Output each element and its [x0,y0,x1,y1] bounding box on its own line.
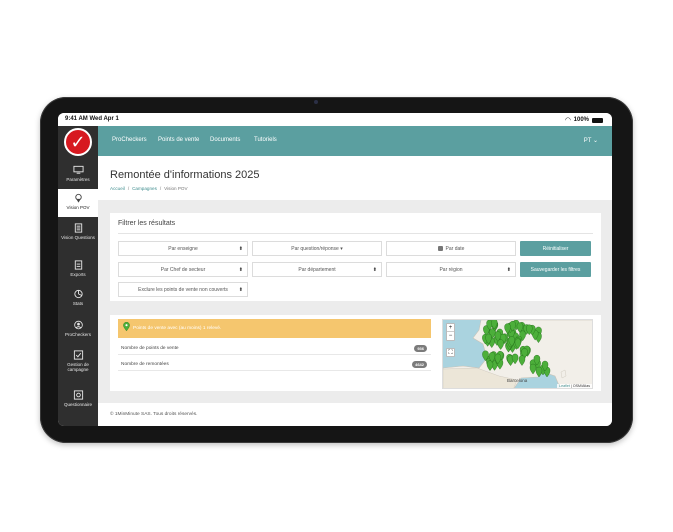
breadcrumb-current: Vision POV [164,186,188,191]
sort-arrows-icon: ⬍ [506,267,511,273]
list-item: Nombre de remontées 4642 [118,357,431,371]
page-header: Remontée d'informations 2025 Accueil / C… [98,156,612,200]
exclude-uncovered-select[interactable]: Exclure les points de vente non couverts… [118,282,248,297]
calendar-icon [437,246,443,251]
copyright-text: © 1MinMinute SAS. Tous droits réservés. [110,412,198,417]
document-icon [74,260,82,270]
question-dropdown-label: Par question/réponse [291,245,339,252]
sidebar-item-gestion-campagne[interactable]: Gestion de campagne [58,348,98,384]
points-map[interactable]: + − ⛶ Barcelona Leaflet | OSM/Atlas [442,319,593,389]
sort-arrows-icon: ⬍ [372,267,377,273]
reset-button[interactable]: Réinitialiser [520,241,591,256]
wifi-icon: ◠ [565,117,571,124]
leaflet-link[interactable]: Leaflet [559,384,570,388]
exclude-uncovered-label: Exclure les points de vente non couverts [138,286,228,293]
map-attribution: Leaflet | OSM/Atlas [557,384,592,388]
sort-arrows-icon: ⬍ [238,267,243,273]
battery-fill [593,118,602,122]
status-bar: 9:41 AM Wed Apr 1 ◠ 100% [58,113,612,126]
caret-down-icon: ▾ [340,245,343,252]
region-label: Par région [439,266,463,273]
sidebar-item-label: Gestion de campagne [67,362,89,372]
nav-link-tutoriels[interactable]: Tutoriels [254,137,277,143]
question-icon [73,390,83,400]
app-logo[interactable]: ✓ [64,128,92,156]
check-icon: ✓ [70,132,86,152]
sidebar-item-vision-questions[interactable]: Vision Questions [58,221,98,253]
language-selector[interactable]: PT ⌄ [584,137,598,144]
results-panel: Points de vente avec (au moins) 1 relevé… [110,315,601,391]
sidebar-item-exports[interactable]: Exports [58,258,98,284]
sidebar-item-label: Vision Questions [61,235,95,240]
sidebar-item-label: ProCheckers [64,332,91,337]
sidebar-item-label: Questionnaire [63,402,93,407]
monitor-icon [72,165,84,174]
users-icon [73,320,83,330]
sidebar-item-label: Paramètres [66,177,90,182]
sidebar-item-label: Stats [72,301,84,306]
filters-title: Filtrer les résultats [118,220,176,227]
departement-label: Par département [298,266,336,273]
fullscreen-button[interactable]: ⛶ [446,348,455,357]
chevron-down-icon: ⌄ [592,138,598,144]
camera-icon [314,100,318,104]
alert-text: Points de vente avec (au moins) 1 relevé… [133,326,222,331]
sort-arrows-icon: ⬍ [238,287,243,293]
zoom-out-button[interactable]: − [447,332,454,340]
nav-link-points-de-vente[interactable]: Points de vente [158,137,199,143]
zoom-control: + − [446,323,455,341]
breadcrumb-accueil[interactable]: Accueil [110,186,125,191]
date-picker-label: Par date [445,245,465,252]
question-dropdown[interactable]: Par question/réponse ▾ [252,241,382,256]
sidebar-item-vision-pov[interactable]: Vision POV [58,189,98,217]
battery-percent: 100% [573,117,589,123]
sidebar: ✓ Paramètres Vision POV Vision Questions… [58,126,98,426]
stat-label: Nombre de points de vente [121,346,179,351]
chef-secteur-label: Par Chef de secteur [160,266,206,273]
clipboard-icon [74,223,82,233]
top-navigation: ProCheckers Points de vente Documents Tu… [98,126,612,156]
sidebar-item-parametres[interactable]: Paramètres [58,162,98,188]
list-item: Nombre de points de vente 936 [118,341,431,355]
coverage-alert: Points de vente avec (au moins) 1 relevé… [118,319,431,338]
sidebar-item-procheckers[interactable]: ProCheckers [58,318,98,344]
breadcrumb-separator: / [159,186,162,191]
save-filters-button[interactable]: Sauvegarder les filtres [520,262,591,277]
page-title: Remontée d'informations 2025 [110,169,260,181]
breadcrumb-campagnes[interactable]: Campagnes [132,186,157,191]
status-date: Wed Apr 1 [89,116,119,122]
sidebar-item-label: Exports [70,272,86,277]
filters-panel: Filtrer les résultats Par enseigne ⬍ Par … [110,213,601,301]
divider [118,233,593,234]
pie-chart-icon [73,289,83,299]
sidebar-item-questionnaire[interactable]: Questionnaire [58,388,98,414]
osm-attribution: OSM/Atlas [572,384,590,388]
sidebar-item-stats[interactable]: Stats [58,287,98,313]
enseigne-select[interactable]: Par enseigne ⬍ [118,241,248,256]
chef-secteur-select[interactable]: Par Chef de secteur ⬍ [118,262,248,277]
status-time: 9:41 AM [65,116,88,122]
breadcrumb: Accueil / Campagnes / Vision POV [110,186,188,191]
count-badge: 936 [414,345,427,352]
checklist-icon [73,350,83,360]
stat-label: Nombre de remontées [121,362,169,367]
app-screen: 9:41 AM Wed Apr 1 ◠ 100% ✓ Paramètres Vi… [58,113,612,426]
departement-select[interactable]: Par département ⬍ [252,262,382,277]
region-select[interactable]: Par région ⬍ [386,262,516,277]
footer: © 1MinMinute SAS. Tous droits réservés. [98,403,612,426]
nav-link-documents[interactable]: Documents [210,137,240,143]
language-label: PT [583,138,592,144]
map-pin-icon [74,193,82,203]
sort-arrows-icon: ⬍ [238,246,243,252]
count-badge: 4642 [412,361,427,368]
breadcrumb-separator: / [127,186,130,191]
map-marker-icon [123,322,130,331]
sidebar-item-label: Vision POV [66,205,90,210]
enseigne-select-label: Par enseigne [168,245,198,252]
date-picker[interactable]: Par date [386,241,516,256]
nav-link-procheckers[interactable]: ProCheckers [112,137,147,143]
map-city-label: Barcelona [507,378,528,383]
zoom-in-button[interactable]: + [447,324,454,332]
battery-icon [592,117,603,123]
